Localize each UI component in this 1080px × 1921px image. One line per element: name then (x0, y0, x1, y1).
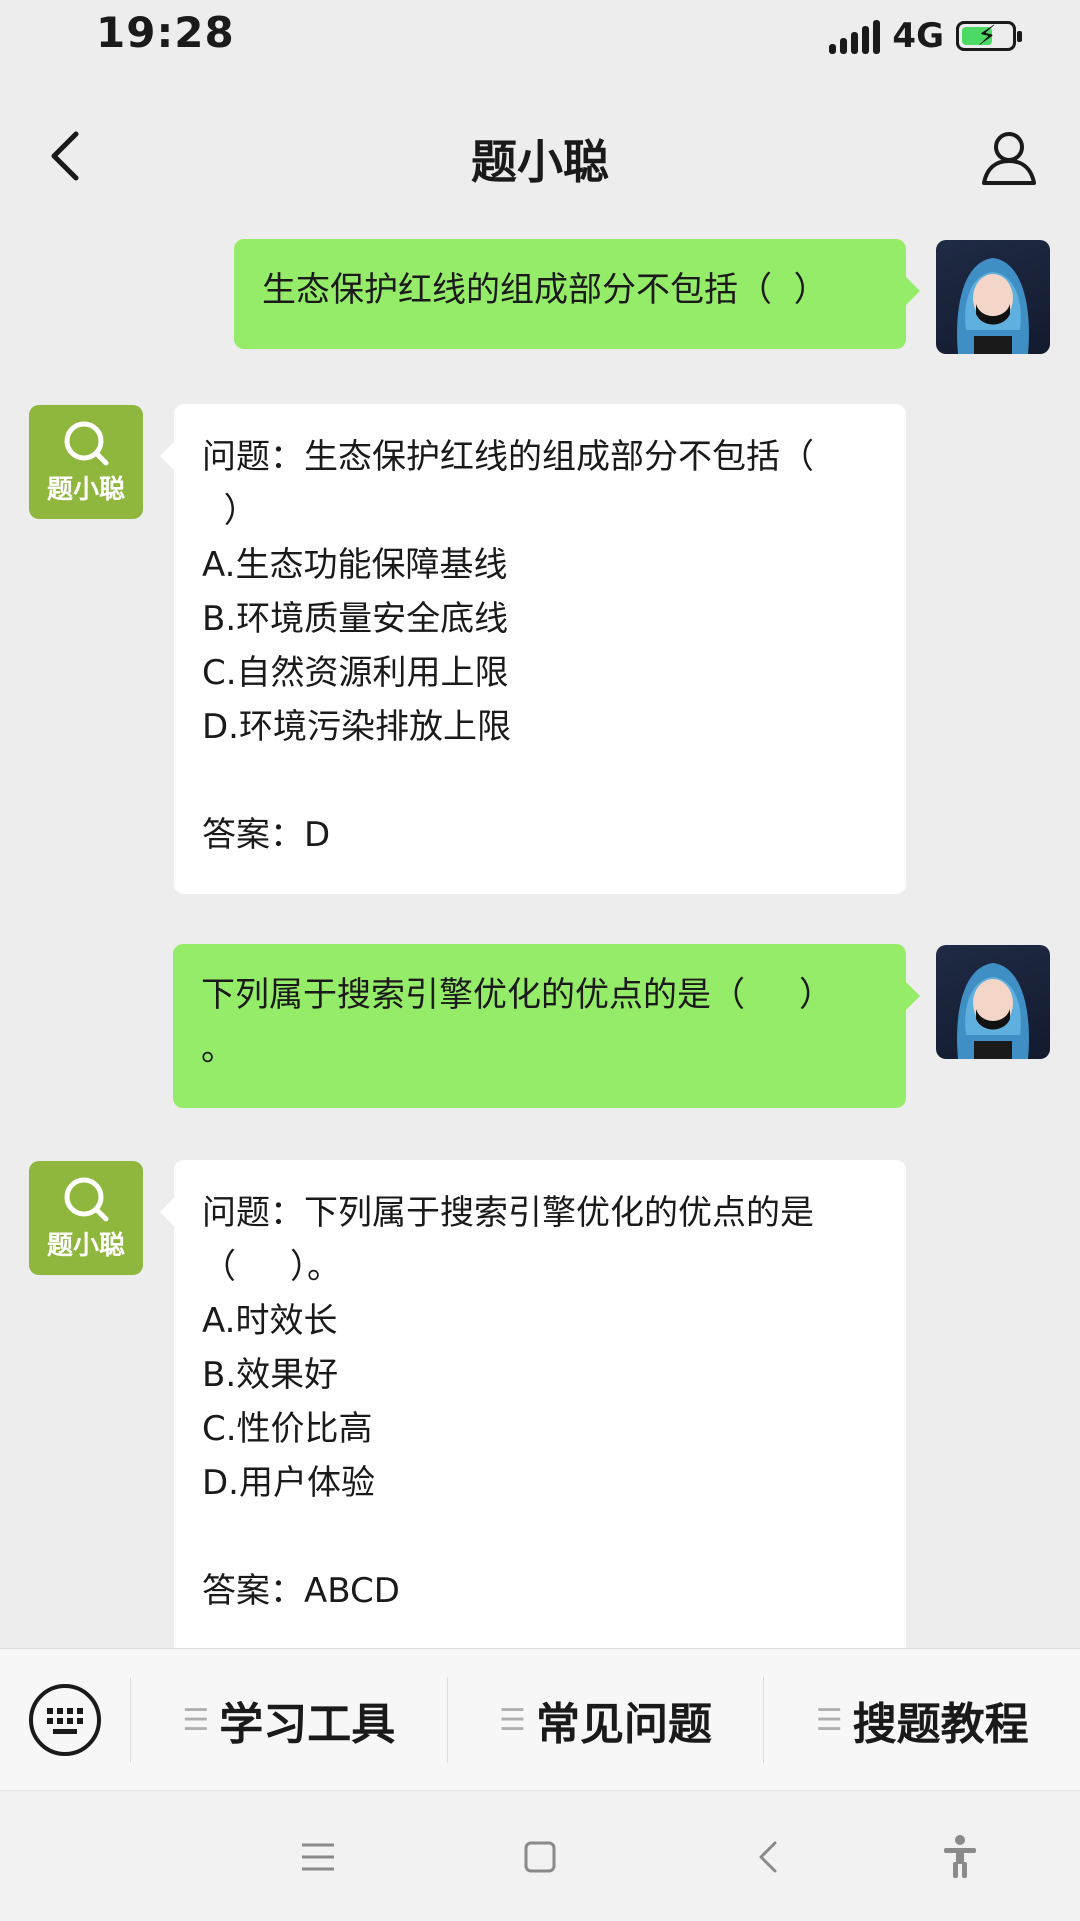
option-b: B.环境质量安全底线 (202, 599, 509, 639)
bottom-menu-bar: ☰ 学习工具 ☰ 常见问题 ☰ 搜题教程 (0, 1648, 1080, 1791)
question-line: 问题：生态保护红线的组成部分不包括（ (202, 437, 814, 477)
network-type: 4G (892, 16, 944, 56)
person-icon (982, 132, 1036, 185)
answer-line: 答案：D (202, 815, 331, 855)
user-avatar[interactable] (936, 945, 1050, 1059)
bot-bubble[interactable]: 问题：生态保护红线的组成部分不包括（ ） A.生态功能保障基线 B.环境质量安全… (160, 404, 906, 894)
page-title: 题小聪 (471, 135, 609, 189)
nav-bar: 题小聪 (0, 100, 1080, 212)
question-line: ） (202, 491, 258, 531)
status-time: 19:28 (96, 8, 235, 57)
menu-faq[interactable]: ☰ 常见问题 (448, 1649, 764, 1791)
battery-icon: ⚡ (956, 21, 1022, 51)
avatar-image (957, 963, 1029, 1059)
option-a: A.时效长 (202, 1301, 338, 1341)
system-back-button[interactable] (738, 1827, 798, 1887)
user-avatar[interactable] (936, 240, 1050, 354)
message-text: 下列属于搜索引擎优化的优点的是（ ） (201, 975, 834, 1015)
answer-line: 答案：ABCD (202, 1571, 400, 1611)
option-d: D.用户体验 (202, 1463, 375, 1503)
bot-avatar-label: 题小聪 (46, 1230, 125, 1261)
menu-lines-icon: ☰ (182, 1702, 210, 1738)
menu-lines-icon: ☰ (815, 1702, 843, 1738)
home-square-icon (524, 1841, 556, 1873)
keyboard-toggle-button[interactable] (0, 1649, 130, 1791)
system-nav-bar (0, 1790, 1080, 1921)
option-d: D.环境污染排放上限 (202, 707, 511, 747)
option-c: C.自然资源利用上限 (202, 653, 509, 693)
accessibility-button[interactable] (930, 1827, 990, 1887)
question-line: （ ）。 (202, 1247, 342, 1287)
recents-button[interactable] (288, 1827, 348, 1887)
option-b: B.效果好 (202, 1355, 339, 1395)
avatar-image (957, 258, 1029, 354)
keyboard-icon (29, 1684, 101, 1756)
option-a: A.生态功能保障基线 (202, 545, 508, 585)
bot-avatar-label: 题小聪 (46, 474, 125, 505)
user-bubble[interactable]: 生态保护红线的组成部分不包括（ ） (234, 239, 920, 349)
status-icons: 4G ⚡ (829, 14, 1022, 58)
back-chevron-icon (759, 1841, 777, 1873)
search-icon (64, 421, 109, 465)
accessibility-icon (944, 1835, 976, 1878)
bot-avatar[interactable]: 题小聪 (29, 405, 143, 519)
profile-button[interactable] (972, 120, 1046, 194)
menu-study-tools[interactable]: ☰ 学习工具 (131, 1649, 447, 1791)
option-c: C.性价比高 (202, 1409, 373, 1449)
bot-bubble[interactable]: 问题：下列属于搜索引擎优化的优点的是 （ ）。 A.时效长 B.效果好 C.性价… (160, 1160, 906, 1648)
message-text: 生态保护红线的组成部分不包括（ ） (262, 270, 828, 310)
chat-area[interactable]: 生态保护红线的组成部分不包括（ ） 题小聪 问题：生态保护红线的组成部分不包括（… (0, 212, 1080, 1648)
menu-lines-icon: ☰ (499, 1702, 526, 1738)
menu-label: 常见问题 (535, 1699, 712, 1750)
search-icon (64, 1177, 109, 1221)
user-bubble[interactable]: 下列属于搜索引擎优化的优点的是（ ） 。 (173, 944, 920, 1108)
menu-label: 学习工具 (219, 1699, 396, 1750)
bot-avatar[interactable]: 题小聪 (29, 1161, 143, 1275)
signal-icon (829, 18, 881, 54)
menu-icon (302, 1843, 334, 1871)
question-line: 问题：下列属于搜索引擎优化的优点的是 (202, 1193, 814, 1233)
status-bar: 19:28 4G ⚡ (0, 0, 1080, 70)
menu-label: 搜题教程 (852, 1699, 1029, 1750)
home-button[interactable] (510, 1827, 570, 1887)
message-text: 。 (201, 1029, 235, 1069)
menu-search-tutorial[interactable]: ☰ 搜题教程 (764, 1649, 1080, 1791)
